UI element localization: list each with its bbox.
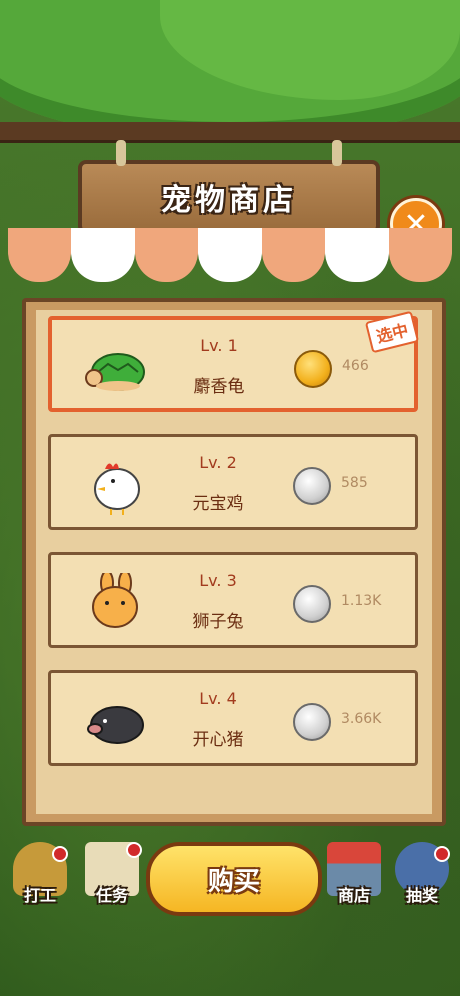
pet-name: 狮子兔 (192, 612, 244, 632)
silver-coin-icon (293, 703, 331, 741)
shop-awning (8, 228, 452, 298)
rope-right (332, 140, 342, 166)
nav-lottery-label: 抽奖 (405, 886, 438, 905)
nav-store[interactable]: 商店 (322, 842, 386, 922)
nav-store-label: 商店 (337, 886, 370, 905)
pet-card-rabbit[interactable]: Lv. 3 狮子兔 1.13K (48, 552, 418, 648)
pet-name: 麝香龟 (193, 377, 245, 397)
pet-price: 1.13K (341, 593, 382, 609)
notification-dot (126, 842, 142, 858)
pet-level: Lv. 4 (199, 689, 237, 708)
pet-price: 466 (342, 358, 369, 374)
shop-title-sign: 宠物商店 (78, 140, 380, 234)
pet-price: 3.66K (341, 711, 382, 727)
pet-card-musk-turtle[interactable]: Lv. 1 麝香龟 466 选中 (48, 310, 420, 412)
tree-branch (0, 122, 460, 143)
nav-lottery[interactable]: 抽奖 (390, 842, 454, 922)
turtle-icon (85, 353, 145, 391)
page-title: 宠物商店 (161, 183, 297, 218)
selected-badge: 选中 (364, 310, 420, 354)
pet-level: Lv. 1 (200, 336, 238, 355)
pet-price: 585 (341, 475, 368, 491)
gold-coin-icon (294, 350, 332, 388)
buy-button[interactable]: 购买 (146, 842, 322, 916)
rope-left (116, 140, 126, 166)
pet-list-panel: Lv. 1 麝香龟 466 选中 Lv. 2 元宝鸡 585 Lv. 3 狮子兔 (22, 298, 446, 826)
pet-card-chicken[interactable]: Lv. 2 元宝鸡 585 (48, 434, 418, 530)
pet-level: Lv. 2 (199, 453, 237, 472)
pet-card-boar[interactable]: Lv. 4 开心猪 3.66K (48, 670, 418, 766)
tree-canopy (0, 0, 460, 140)
nav-tasks[interactable]: 任务 (80, 842, 144, 922)
silver-coin-icon (293, 467, 331, 505)
nav-work[interactable]: 打工 (8, 842, 72, 922)
pet-name: 元宝鸡 (192, 494, 244, 514)
nav-work-label: 打工 (23, 886, 56, 905)
silver-coin-icon (293, 585, 331, 623)
notification-dot (52, 846, 68, 862)
pet-name: 开心猪 (192, 730, 244, 750)
rabbit-icon (92, 573, 138, 628)
chicken-icon (94, 463, 140, 515)
boar-icon (87, 706, 144, 744)
pet-level: Lv. 3 (199, 571, 237, 590)
notification-dot (434, 846, 450, 862)
nav-tasks-label: 任务 (95, 886, 128, 905)
buy-button-label: 购买 (207, 866, 260, 897)
